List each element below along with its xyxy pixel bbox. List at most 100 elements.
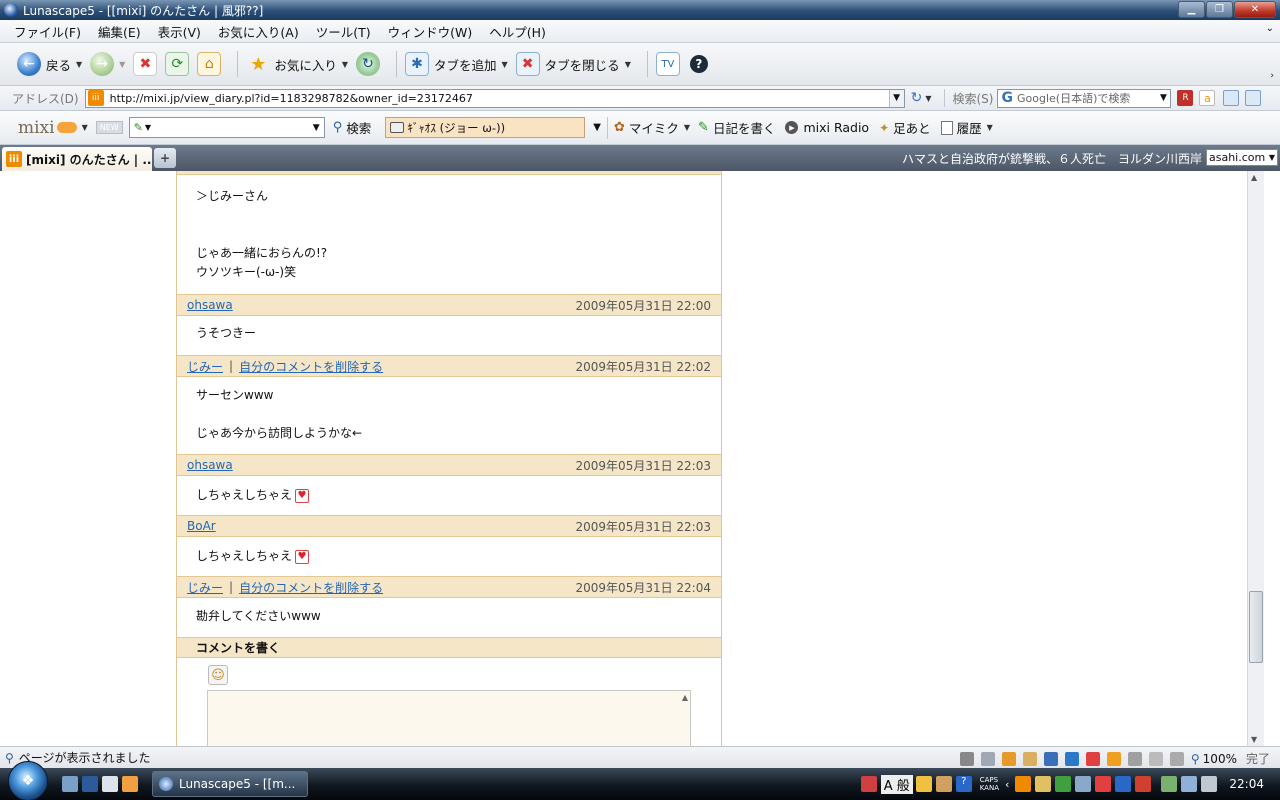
zoom-level[interactable]: 100% — [1203, 752, 1237, 766]
page-scrollbar[interactable]: ▲ ▼ — [1247, 171, 1264, 746]
mixi-status-dropdown-icon[interactable]: ▼ — [593, 122, 601, 133]
menu-file[interactable]: ファイル(F) — [14, 22, 81, 41]
quicklaunch-lunascape-icon[interactable] — [82, 776, 98, 792]
tray-folder-icon[interactable] — [1035, 776, 1052, 792]
comment-author-link[interactable]: じみー — [187, 579, 223, 596]
forward-dropdown-icon[interactable]: ▼ — [119, 60, 125, 69]
mixi-search-button[interactable]: 検索 — [346, 118, 371, 137]
stop-icon[interactable]: ✖ — [133, 52, 158, 76]
tray-monitor-icon[interactable] — [1075, 776, 1092, 792]
menu-tools[interactable]: ツール(T) — [316, 22, 371, 41]
status-box-icon[interactable] — [1022, 751, 1037, 766]
start-orb-icon[interactable]: ❖ — [8, 761, 48, 800]
volume-icon[interactable] — [1201, 776, 1218, 792]
status-rss-icon[interactable] — [1001, 751, 1016, 766]
status-plugin-icon[interactable] — [980, 751, 995, 766]
comment-author-link[interactable]: BoAr — [187, 519, 216, 533]
network-icon[interactable] — [1181, 776, 1198, 792]
news-ticker[interactable]: ハマスと自治政府が銃撃戦、６人死亡 ヨルダン川西岸 — [902, 150, 1202, 167]
close-tab-button[interactable]: ✖ タブを閉じる ▼ — [515, 52, 631, 76]
scroll-down-icon[interactable]: ▼ — [1251, 735, 1257, 744]
maximize-button[interactable]: ❐ — [1206, 1, 1233, 18]
url-input[interactable]: iii http://mixi.jp/view_diary.pl?id=1183… — [84, 88, 905, 108]
new-tab-button[interactable]: + — [154, 148, 176, 168]
sync-icon[interactable]: ↻ — [356, 52, 380, 76]
amazon-icon[interactable]: a — [1199, 90, 1216, 106]
comment-textarea[interactable]: ▲ — [207, 690, 691, 746]
textarea-scroll-up-icon[interactable]: ▲ — [682, 693, 688, 702]
help-icon[interactable]: ? — [689, 55, 708, 73]
tray-mixi-icon[interactable] — [1015, 776, 1032, 792]
mymixi-dropdown-icon[interactable]: ▼ — [684, 123, 690, 132]
status-paint-icon[interactable] — [1127, 751, 1142, 766]
footprints-button[interactable]: 足あと — [893, 118, 931, 137]
minimize-button[interactable]: ▁ — [1178, 1, 1205, 18]
status-s-icon[interactable] — [1064, 751, 1079, 766]
back-button[interactable]: ← 戻る ▼ — [17, 52, 82, 76]
menu-help[interactable]: ヘルプ(H) — [489, 22, 546, 41]
status-pdf-icon[interactable] — [1085, 751, 1100, 766]
tray-alert-icon[interactable] — [1095, 776, 1112, 792]
tray-expand-icon[interactable]: ‹ — [1005, 778, 1009, 791]
search-window-icon[interactable] — [1223, 90, 1240, 106]
status-addon-icon[interactable] — [1106, 751, 1121, 766]
ime-dictionary-icon[interactable] — [935, 776, 952, 792]
menu-view[interactable]: 表示(V) — [158, 22, 201, 41]
comment-author-link[interactable]: ohsawa — [187, 458, 233, 472]
ime-tool-icon[interactable] — [915, 776, 932, 792]
tray-red-icon[interactable] — [1135, 776, 1152, 792]
delete-comment-link[interactable]: 自分のコメントを削除する — [239, 358, 383, 375]
taskbar-lunascape-button[interactable]: Lunascape5 - [[m... — [152, 771, 308, 797]
quicklaunch-files-icon[interactable] — [102, 776, 118, 792]
history-dropdown-icon[interactable]: ▼ — [987, 123, 993, 132]
status-lock-icon[interactable] — [1148, 751, 1163, 766]
menu-edit[interactable]: 編集(E) — [98, 22, 141, 41]
menu-favorites[interactable]: お気に入り(A) — [218, 22, 299, 41]
web-search-input[interactable]: G Google(日本語)で検索 ▼ — [997, 88, 1172, 108]
toolbar-chevron-icon[interactable]: › — [1270, 71, 1274, 81]
tv-icon[interactable]: TV — [655, 52, 680, 76]
home-icon[interactable]: ⌂ — [197, 52, 222, 76]
back-dropdown-icon[interactable]: ▼ — [76, 60, 82, 69]
pencil-dropdown-icon[interactable]: ▼ — [145, 123, 151, 132]
tray-blue-icon[interactable] — [1115, 776, 1132, 792]
comment-author-link[interactable]: ohsawa — [187, 298, 233, 312]
ime-mode[interactable]: A 般 — [880, 774, 913, 794]
mixi-search-input[interactable]: ✎ ▼ ▼ — [128, 117, 325, 138]
mixi-radio-button[interactable]: mixi Radio — [803, 120, 869, 135]
url-dropdown-icon[interactable]: ▼ — [888, 89, 904, 107]
mixi-menu-dropdown-icon[interactable]: ▼ — [82, 123, 88, 132]
news-source-select[interactable]: asahi.com ▼ — [1206, 149, 1278, 166]
favorites-dropdown-icon[interactable]: ▼ — [342, 60, 348, 69]
search-icon[interactable]: ⚲ — [333, 120, 343, 135]
add-tab-dropdown-icon[interactable]: ▼ — [502, 60, 508, 69]
search-options-icon[interactable] — [1245, 90, 1262, 106]
reload-icon[interactable]: ⟳ — [165, 52, 190, 76]
mixi-search-dropdown-icon[interactable]: ▼ — [313, 123, 320, 133]
scrollbar-thumb[interactable] — [1249, 591, 1263, 663]
comment-author-link[interactable]: じみー — [187, 358, 223, 375]
rakuten-icon[interactable]: R — [1177, 90, 1194, 106]
quicklaunch-media-icon[interactable] — [122, 776, 138, 792]
mixi-logo[interactable]: mixi — [18, 118, 55, 138]
favorites-button[interactable]: ★ お気に入り ▼ — [246, 52, 348, 76]
ime-help-icon[interactable]: ? — [955, 776, 972, 792]
write-diary-button[interactable]: 日記を書く — [713, 118, 776, 137]
emoji-picker-icon[interactable]: ☺ — [208, 665, 228, 685]
quicklaunch-desktop-icon[interactable] — [62, 776, 78, 792]
search-engine-dropdown-icon[interactable]: ▼ — [1156, 93, 1170, 103]
mymixi-button[interactable]: マイミク — [629, 118, 679, 137]
history-button[interactable]: 履歴 — [957, 118, 982, 137]
close-button[interactable]: ✕ — [1234, 1, 1276, 18]
status-sound-icon[interactable] — [1043, 751, 1058, 766]
tray-app-icon[interactable] — [860, 776, 877, 792]
go-refresh-icon[interactable]: ↻ — [911, 90, 923, 106]
menu-window[interactable]: ウィンドウ(W) — [388, 22, 473, 41]
delete-comment-link[interactable]: 自分のコメントを削除する — [239, 579, 383, 596]
close-tab-dropdown-icon[interactable]: ▼ — [625, 60, 631, 69]
go-dropdown-icon[interactable]: ▼ — [925, 94, 931, 103]
forward-button[interactable]: → ▼ — [90, 52, 125, 76]
scroll-up-icon[interactable]: ▲ — [1251, 173, 1257, 182]
clock[interactable]: 22:04 — [1229, 777, 1264, 791]
status-eye-icon[interactable] — [1169, 751, 1184, 766]
